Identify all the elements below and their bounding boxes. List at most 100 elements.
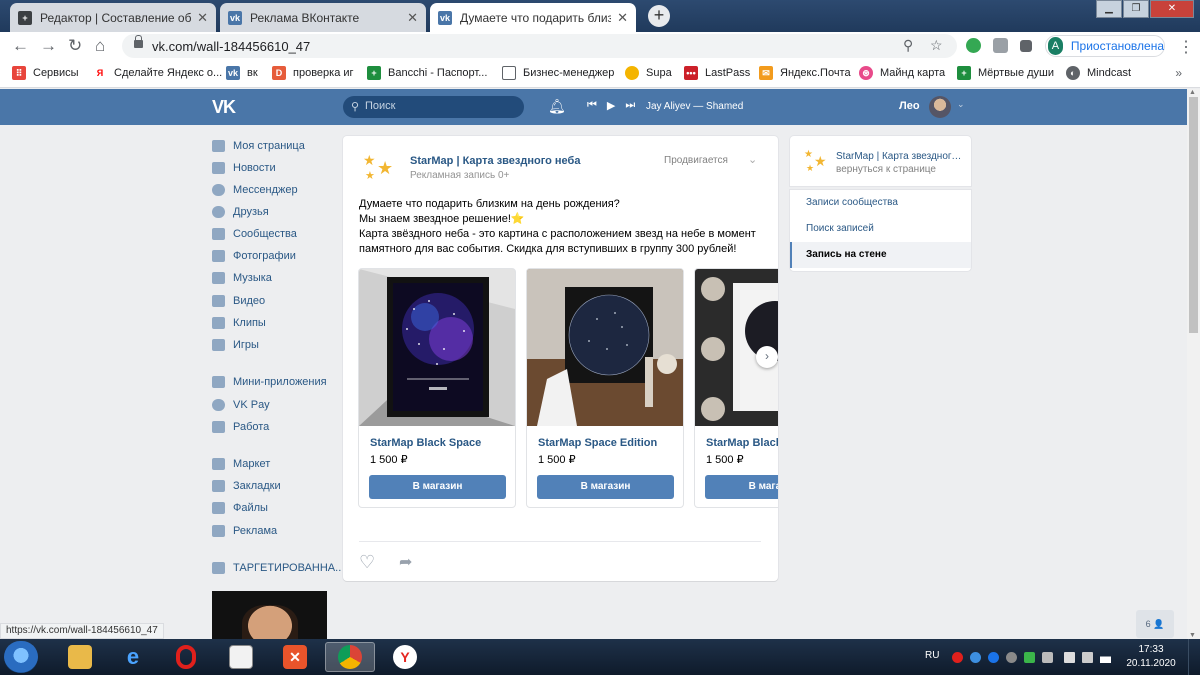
- clock[interactable]: 17:33 20.11.2020: [1126, 643, 1176, 671]
- shop-button[interactable]: В магазин: [369, 475, 506, 499]
- heart-icon[interactable]: ♡: [359, 552, 375, 573]
- sidebar-item-news[interactable]: Новости: [212, 162, 276, 174]
- bookmark-vk[interactable]: vk вк: [226, 66, 258, 80]
- minimize-button[interactable]: ▁: [1096, 0, 1122, 18]
- sidebar-item-market[interactable]: Маркет: [212, 458, 270, 470]
- sidebar-item-music[interactable]: Музыка: [212, 272, 272, 284]
- community-name[interactable]: StarMap | Карта звездного неба: [836, 151, 966, 162]
- sidebar-item-communities[interactable]: Сообщества: [212, 228, 297, 240]
- sidebar-item-friends[interactable]: Друзья: [212, 206, 269, 218]
- vk-logo[interactable]: VK: [212, 97, 236, 118]
- browser-tab-vk-ads[interactable]: vk Реклама ВКонтакте ✕: [220, 3, 426, 32]
- bluetooth-icon[interactable]: [988, 652, 999, 663]
- reload-icon[interactable]: ↻: [68, 36, 82, 56]
- play-icon[interactable]: ▶: [607, 99, 615, 112]
- bookmark-mindcast[interactable]: ◐ Mindcast: [1066, 66, 1131, 80]
- back-to-page-link[interactable]: вернуться к странице: [836, 164, 936, 175]
- post-author[interactable]: StarMap | Карта звездного неба: [410, 155, 580, 167]
- shop-button[interactable]: В магазин: [705, 475, 778, 499]
- bookmark-business-manager[interactable]: Бизнес-менеджер: [502, 66, 614, 80]
- page-scrollbar[interactable]: ▲ ▼: [1187, 89, 1200, 639]
- taskbar-ie[interactable]: e: [108, 642, 158, 672]
- menu-item-community-posts[interactable]: Записи сообщества: [790, 190, 971, 216]
- menu-kebab-icon[interactable]: ⋮: [1178, 37, 1194, 57]
- next-track-icon[interactable]: ⏭︎: [625, 99, 635, 112]
- product-card[interactable]: StarMap Black Space 1 500 ₽ В магазин: [358, 268, 516, 508]
- user-name[interactable]: Лео: [899, 100, 920, 112]
- chevron-down-icon[interactable]: ⌄: [748, 153, 757, 166]
- community-link-block[interactable]: ★ ★ ★ StarMap | Карта звездного неба вер…: [790, 136, 971, 186]
- bookmark-star-icon[interactable]: ☆: [930, 37, 943, 54]
- bookmark-mindmap[interactable]: ⊛ Майнд карта: [859, 66, 945, 80]
- bell-icon[interactable]: 🔔︎: [548, 98, 566, 115]
- windows-start-button[interactable]: [4, 641, 38, 673]
- close-icon[interactable]: ✕: [197, 10, 208, 26]
- show-desktop-button[interactable]: [1188, 639, 1200, 675]
- restore-button[interactable]: ❐: [1123, 0, 1149, 18]
- browser-tab-active[interactable]: vk Думаете что подарить близким на день …: [430, 3, 636, 32]
- previous-track-icon[interactable]: ⏮︎: [587, 99, 597, 112]
- product-image[interactable]: [359, 269, 515, 426]
- chevron-down-icon[interactable]: ⌄: [957, 99, 965, 110]
- taskbar-yandex-browser[interactable]: Y: [380, 642, 430, 672]
- taskbar-explorer[interactable]: [55, 642, 105, 672]
- bookmark-bancchi[interactable]: + Bancchi - Паспорт...: [367, 66, 487, 80]
- taskbar-app-orange[interactable]: ✕: [270, 642, 320, 672]
- bookmark-supa[interactable]: Supa: [625, 66, 672, 80]
- scrollbar-thumb[interactable]: [1189, 97, 1198, 333]
- sidebar-item-photos[interactable]: Фотографии: [212, 250, 296, 262]
- menu-item-wall-post[interactable]: Запись на стене: [790, 242, 971, 268]
- product-title[interactable]: StarMap Space Edition: [538, 437, 657, 449]
- tray-app-icon[interactable]: [1042, 652, 1053, 663]
- close-window-button[interactable]: ✕: [1150, 0, 1194, 18]
- taskbar-notepad[interactable]: [216, 642, 266, 672]
- signal-icon[interactable]: [1100, 652, 1111, 663]
- scroll-up-icon[interactable]: ▲: [1189, 89, 1196, 96]
- sidebar-item-work[interactable]: Работа: [212, 421, 269, 433]
- product-card[interactable]: StarMap Black Edition 1 500 ₽ В магазин: [694, 268, 778, 508]
- zoom-icon[interactable]: ⚲: [903, 37, 913, 54]
- shop-button[interactable]: В магазин: [537, 475, 674, 499]
- browser-tab-editor[interactable]: + Редактор | Составление объявлений ✕: [10, 3, 216, 32]
- chevron-right-icon[interactable]: »: [1175, 66, 1182, 80]
- monitor-icon[interactable]: [1082, 652, 1093, 663]
- tray-app-icon[interactable]: [1006, 652, 1017, 663]
- sidebar-item-vk-pay[interactable]: VK Pay: [212, 399, 270, 411]
- address-bar[interactable]: vk.com/wall-184456610_47 ⚲ ☆: [122, 34, 957, 58]
- extension-icon[interactable]: [966, 38, 981, 53]
- new-tab-button[interactable]: +: [648, 5, 670, 27]
- close-icon[interactable]: ✕: [407, 10, 418, 26]
- chat-widget-badge[interactable]: 6 👤: [1136, 610, 1174, 638]
- close-icon[interactable]: ✕: [617, 10, 628, 26]
- flag-icon[interactable]: [1064, 652, 1075, 663]
- promoted-label[interactable]: Продвигается: [664, 155, 728, 166]
- taskbar-chrome[interactable]: [325, 642, 375, 672]
- community-avatar[interactable]: ★ ★ ★: [361, 151, 395, 185]
- product-title[interactable]: StarMap Black Space: [370, 437, 481, 449]
- language-indicator[interactable]: RU: [925, 650, 939, 661]
- product-card[interactable]: StarMap Space Edition 1 500 ₽ В магазин: [526, 268, 684, 508]
- bookmark-yandex-mail[interactable]: ✉ Яндекс.Почта: [759, 66, 851, 80]
- tray-app-icon[interactable]: [970, 652, 981, 663]
- tray-check-icon[interactable]: [1024, 652, 1035, 663]
- bookmark-dead-souls[interactable]: + Мёртвые души: [957, 66, 1054, 80]
- product-image[interactable]: [527, 269, 683, 426]
- sidebar-item-clips[interactable]: Клипы: [212, 317, 266, 329]
- puzzle-icon[interactable]: [1020, 40, 1032, 52]
- bookmark-lastpass[interactable]: ••• LastPass: [684, 66, 750, 80]
- sidebar-item-video[interactable]: Видео: [212, 295, 265, 307]
- sidebar-promo-image[interactable]: [212, 591, 327, 641]
- profile-button[interactable]: A Приостановлена: [1045, 35, 1165, 57]
- avatar[interactable]: [929, 96, 951, 118]
- search-input[interactable]: ⚲ Поиск: [343, 96, 524, 118]
- sidebar-item-bookmarks[interactable]: Закладки: [212, 480, 281, 492]
- product-title[interactable]: StarMap Black Edition: [706, 437, 778, 449]
- sidebar-item-targeted[interactable]: ТАРГЕТИРОВАННА...: [212, 562, 344, 574]
- now-playing-track[interactable]: Jay Aliyev — Shamed: [646, 101, 743, 112]
- menu-item-search-posts[interactable]: Поиск записей: [790, 216, 971, 242]
- share-arrow-icon[interactable]: ➦: [399, 552, 412, 572]
- code-extension-icon[interactable]: [993, 38, 1008, 53]
- sidebar-item-messenger[interactable]: Мессенджер: [212, 184, 298, 196]
- sidebar-item-mini-apps[interactable]: Мини-приложения: [212, 376, 327, 388]
- bookmark-check-ig[interactable]: D проверка иг: [272, 66, 354, 80]
